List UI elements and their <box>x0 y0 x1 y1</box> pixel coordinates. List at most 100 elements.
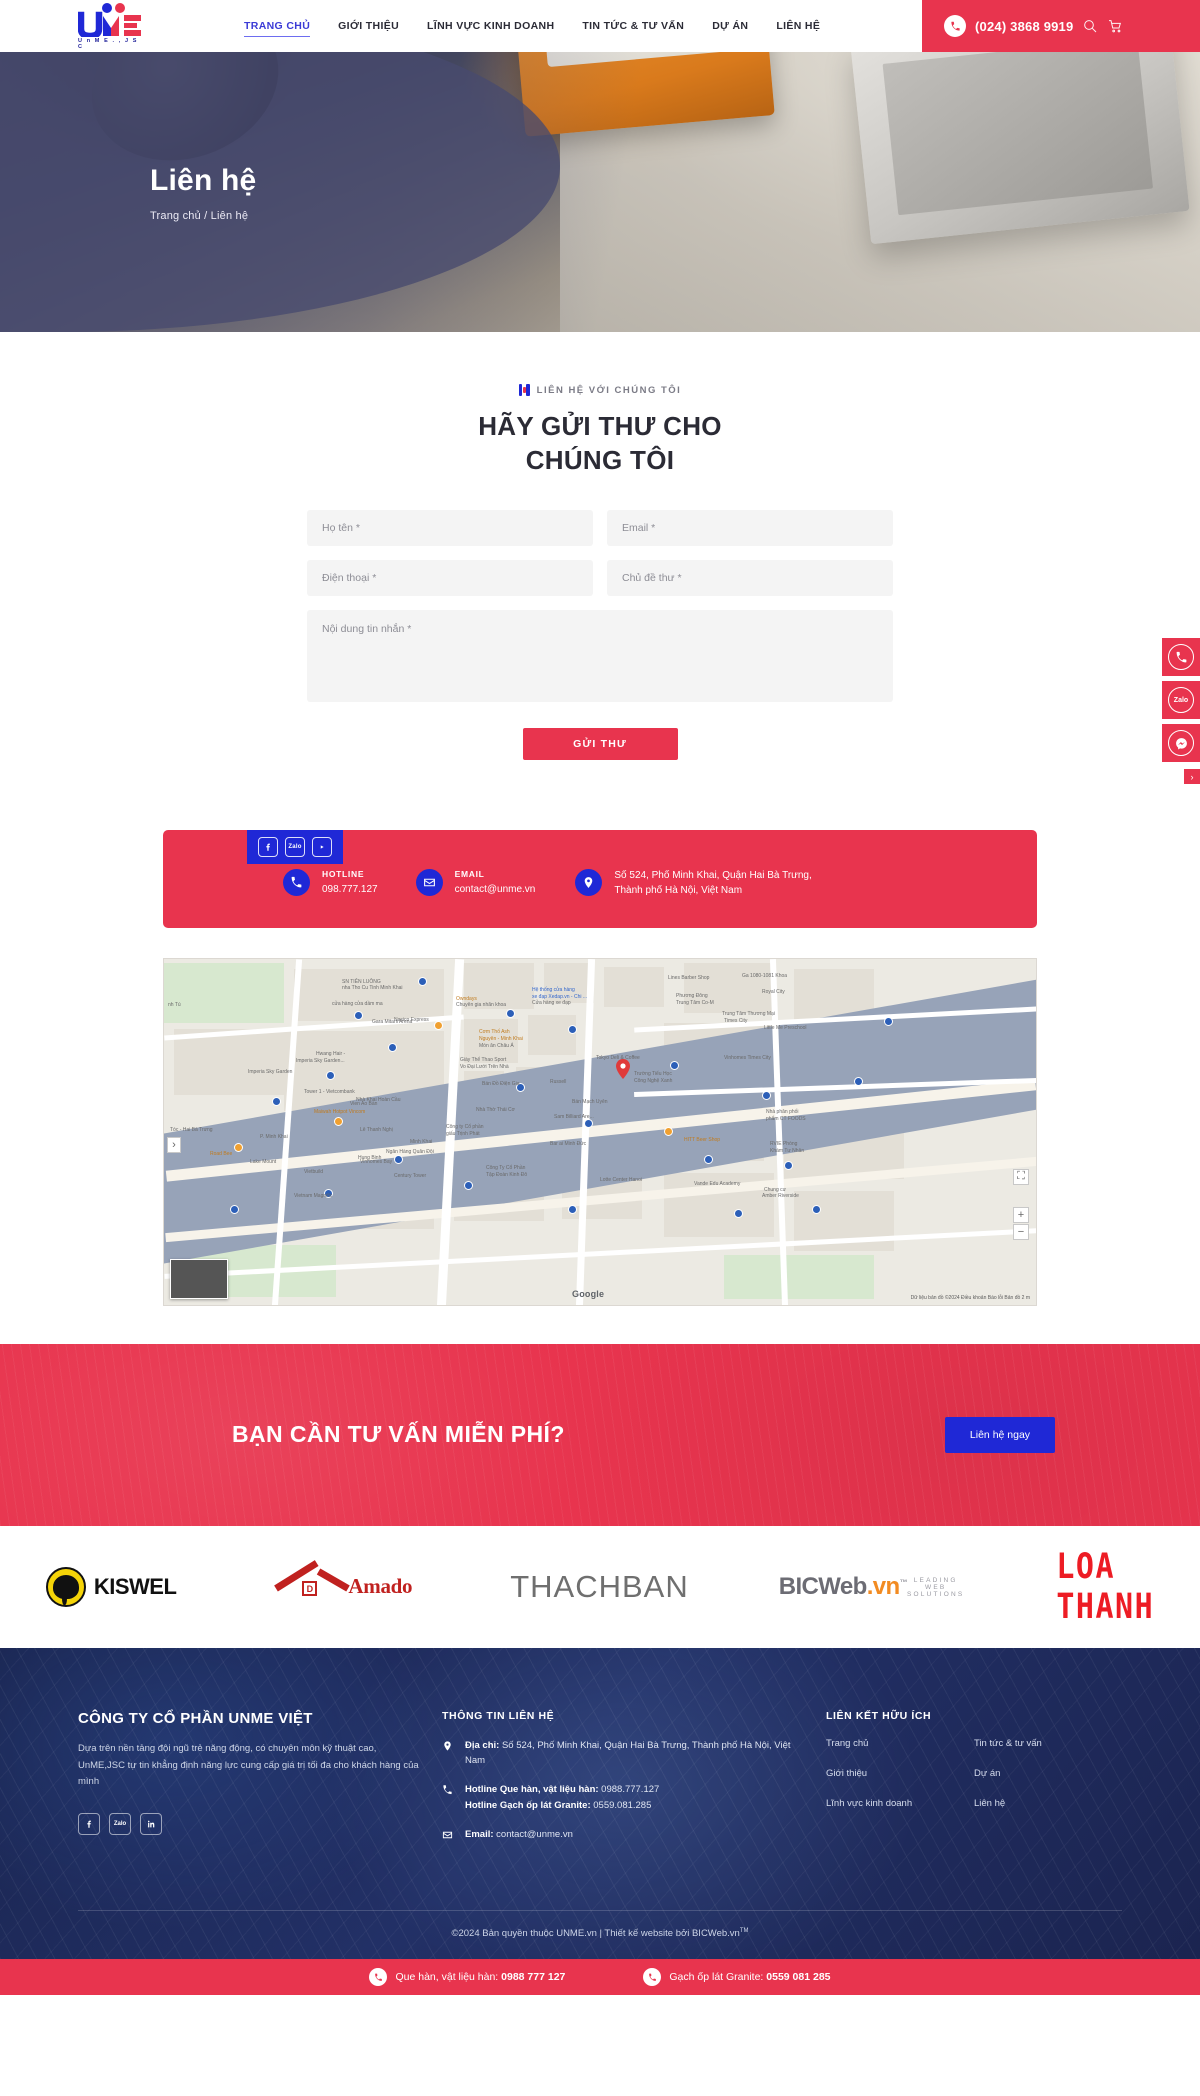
float-zalo-label: Zalo <box>1173 696 1189 704</box>
info-email[interactable]: EMAIL contact@unme.vn <box>415 869 536 897</box>
map-label: HITT Beer Shop <box>684 1136 721 1143</box>
subject-input[interactable] <box>607 559 893 596</box>
site-footer: CÔNG TY CỔ PHẦN UNME VIỆT Dựa trên nền t… <box>0 1647 1200 1960</box>
map-fullscreen-button[interactable]: ⛶ <box>1013 1168 1029 1185</box>
map-label: Hwang Hair - <box>316 1050 346 1057</box>
map-expand-sidebar-button[interactable]: › <box>167 1136 181 1153</box>
map-label: RVIE Phòng <box>770 1140 798 1147</box>
nav-item-lien-he[interactable]: LIÊN HỆ <box>762 14 834 38</box>
phone-icon <box>1168 644 1194 670</box>
nav-item-linh-vuc-kinh-doanh[interactable]: LĨNH VỰC KINH DOANH <box>413 14 568 38</box>
map-label: Little Me Preschool <box>764 1024 807 1031</box>
email-value: contact@unme.vn <box>454 883 536 895</box>
footer-link-du-an[interactable]: Dự án <box>974 1768 1122 1779</box>
map-label: Vinhomes Times City <box>724 1054 771 1061</box>
map-credits: Dữ liệu bản đồ ©2024 Điều khoản Báo lỗi … <box>910 1294 1030 1301</box>
partner-logo-amado[interactable]: D Amado <box>276 1573 413 1600</box>
map-label: Trung Tâm Co-M <box>676 999 714 1006</box>
sticky-hotline-granite[interactable]: Gạch ốp lát Granite: 0559 081 285 <box>643 1968 831 1987</box>
partner-logo-bicweb[interactable]: BICWeb.vn™ LEADING WEB SOLUTIONS <box>779 1573 965 1601</box>
kiswel-label: KISWEL <box>93 1573 177 1599</box>
map-label: Minh Khai <box>410 1138 433 1145</box>
nav-item-gioi-thieu[interactable]: GIỚI THIỆU <box>324 14 413 38</box>
partner-logo-kiswel[interactable]: KISWEL <box>45 1566 177 1607</box>
sticky-hotline-granite-text: Gạch ốp lát Granite: 0559 081 285 <box>669 1971 830 1983</box>
nav-item-du-an[interactable]: DỰ ÁN <box>698 14 762 38</box>
youtube-icon[interactable] <box>312 836 332 857</box>
footer-hotline2-value[interactable]: 0559.081.285 <box>591 1800 651 1811</box>
copyright-text: ©2024 Bản quyền thuộc UNME.vn | Thiết kế… <box>0 1911 1200 1959</box>
linkedin-icon[interactable] <box>140 1813 162 1836</box>
nav-item-trang-chu[interactable]: TRANG CHỦ <box>230 14 324 38</box>
contact-form: GỬI THƯ <box>307 509 893 760</box>
footer-link-linh-vuc[interactable]: Lĩnh vực kinh doanh <box>826 1798 974 1809</box>
cta-contact-button[interactable]: Liên hệ ngay <box>945 1416 1055 1453</box>
map-label: Trường Tiểu Học <box>634 1070 672 1077</box>
footer-hotline1-value[interactable]: 0988.777.127 <box>599 1784 659 1795</box>
footer-link-tin-tuc[interactable]: Tin tức & tư vấn <box>974 1738 1122 1749</box>
map-label: Công ty Cổ phần <box>446 1123 484 1130</box>
map-zoom-out-button[interactable]: − <box>1013 1223 1029 1240</box>
copyright-trademark: TM <box>739 1928 749 1935</box>
message-textarea[interactable] <box>307 609 893 702</box>
header-phone-number[interactable]: (024) 3868 9919 <box>975 19 1073 34</box>
footer-link-lien-he[interactable]: Liên hệ <box>974 1798 1122 1809</box>
map-label: Vietbuild <box>304 1168 324 1175</box>
phone-input[interactable] <box>307 559 593 596</box>
zalo-icon[interactable]: Zalo <box>109 1813 131 1836</box>
footer-hotline2-label: Hotline Gạch ốp lát Granite: <box>465 1799 591 1811</box>
map-label: Nhà Khai Hoàn Cầu <box>356 1096 401 1103</box>
cart-icon[interactable] <box>1107 18 1123 34</box>
amado-badge: D <box>302 1581 318 1597</box>
map-label: Tóc - Hai Bà Trưng <box>170 1126 213 1133</box>
map-label: Century Tower <box>394 1172 427 1179</box>
address-line2: Thành phố Hà Nội, Việt Nam <box>614 884 743 896</box>
sticky-hotline-welding-text: Que hàn, vật liệu hàn: 0988 777 127 <box>395 1971 565 1983</box>
footer-email-value[interactable]: contact@unme.vn <box>494 1829 573 1840</box>
sticky-hotline-welding[interactable]: Que hàn, vật liệu hàn: 0988 777 127 <box>369 1968 565 1987</box>
footer-hotline1-label: Hotline Que hàn, vật liệu hàn: <box>465 1784 599 1796</box>
map-zoom-in-button[interactable]: + <box>1013 1206 1029 1223</box>
float-messenger-button[interactable] <box>1162 724 1200 762</box>
breadcrumb[interactable]: Trang chủ / Liên hệ <box>150 210 256 222</box>
footer-link-trang-chu[interactable]: Trang chủ <box>826 1738 974 1749</box>
map-label: Trung Tâm Thương Mại <box>722 1010 775 1017</box>
partner-logo-loathanh[interactable]: LOA THANH <box>1056 1546 1154 1627</box>
map-label: Gara Mitani Arena <box>372 1018 413 1025</box>
map-label: Ngân Hàng Quân Đội <box>386 1148 434 1155</box>
footer-link-gioi-thieu[interactable]: Giới thiệu <box>826 1768 974 1779</box>
nav-item-tin-tuc-tu-van[interactable]: TIN TỨC & TƯ VẤN <box>568 14 698 38</box>
partner-logo-thachban[interactable]: THACHBAN <box>510 1569 689 1605</box>
info-hotline[interactable]: HOTLINE 098.777.127 <box>283 869 378 897</box>
facebook-icon[interactable] <box>258 836 278 857</box>
section-title: HÃY GỬI THƯ CHO CHÚNG TÔI <box>0 409 1200 478</box>
messenger-icon <box>1168 730 1194 756</box>
map-label: Giày Thể Thao Sport <box>460 1056 507 1063</box>
search-icon[interactable] <box>1082 18 1098 34</box>
kiswel-elephant-icon <box>45 1566 86 1607</box>
submit-button[interactable]: GỬI THƯ <box>522 727 678 760</box>
map-label: cửa hàng cửa dầm ma <box>332 1000 383 1007</box>
floating-contact-buttons: Zalo › <box>1162 638 1200 784</box>
email-input[interactable] <box>607 509 893 546</box>
location-map[interactable]: ⛶ + − › Google Dữ liệu bản đồ ©2024 Điều… <box>163 957 1037 1306</box>
name-input[interactable] <box>307 509 593 546</box>
section-title-line2: CHÚNG TÔI <box>525 445 675 476</box>
site-logo[interactable]: U n M E . , J S C <box>77 2 144 50</box>
map-label: nh Tú <box>168 1001 181 1008</box>
map-label: Công Nghệ Xanh <box>634 1077 673 1084</box>
facebook-icon[interactable] <box>78 1813 100 1836</box>
map-street-view-thumbnail[interactable] <box>170 1258 228 1299</box>
float-phone-button[interactable] <box>1162 638 1200 676</box>
footer-columns: CÔNG TY CỔ PHẦN UNME VIỆT Dựa trên nền t… <box>78 1710 1122 1861</box>
float-zalo-button[interactable]: Zalo <box>1162 681 1200 719</box>
footer-company-column: CÔNG TY CỔ PHẦN UNME VIỆT Dựa trên nền t… <box>78 1710 420 1861</box>
map-label: Maiwah Hotpot Vincom <box>314 1108 366 1115</box>
zalo-icon[interactable]: Zalo <box>285 836 305 857</box>
info-address[interactable]: Số 524, Phố Minh Khai, Quận Hai Bà Trưng… <box>575 868 812 898</box>
address-line1: Số 524, Phố Minh Khai, Quận Hai Bà Trưng… <box>614 869 812 881</box>
map-marker-pin[interactable] <box>616 1058 630 1079</box>
map-label: Nguyên - Minh Khai <box>479 1035 523 1042</box>
float-collapse-button[interactable]: › <box>1184 769 1200 784</box>
header-left: U n M E . , J S C TRANG CHỦ GIỚI THIỆU L… <box>0 0 922 52</box>
